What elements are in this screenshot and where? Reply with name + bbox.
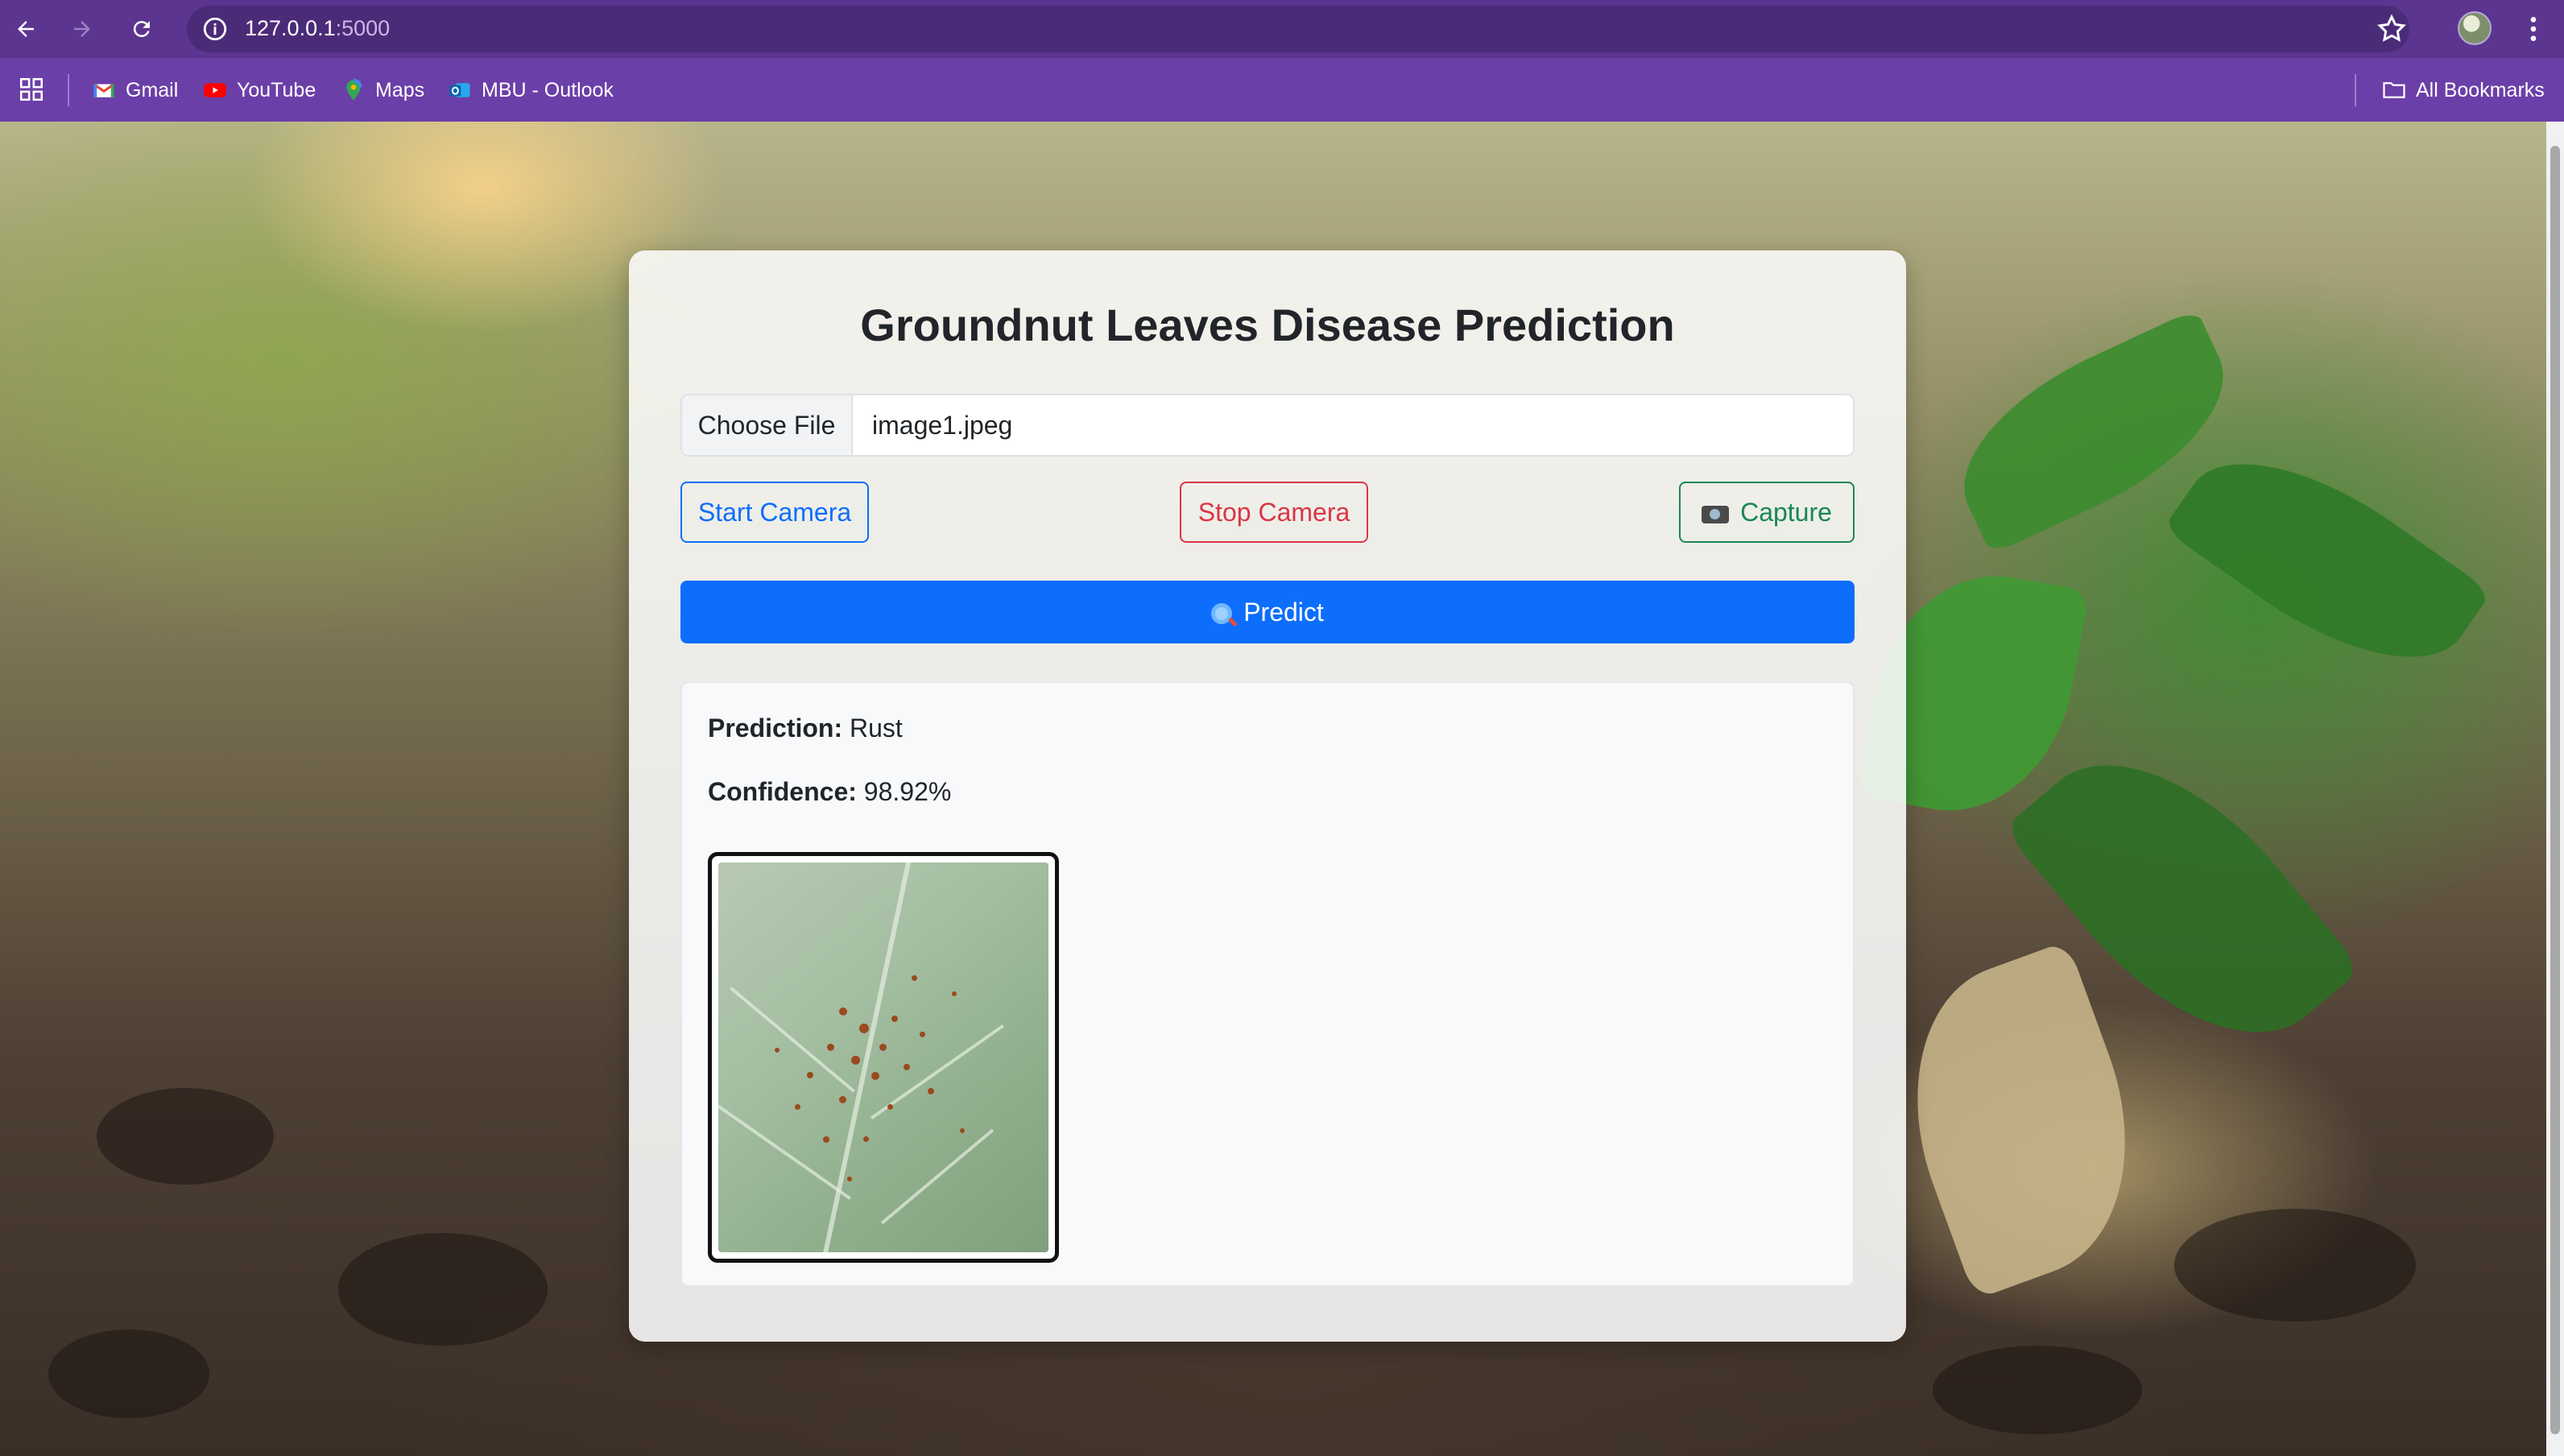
leaf-vein <box>817 862 914 1252</box>
youtube-icon <box>204 83 226 97</box>
rust-spot <box>879 1044 887 1051</box>
site-info-icon[interactable] <box>201 15 229 43</box>
rust-spot <box>775 1048 780 1053</box>
rust-spot <box>827 1044 834 1051</box>
reload-button[interactable] <box>124 11 159 47</box>
stop-camera-button[interactable]: Stop Camera <box>1180 482 1368 543</box>
capture-button[interactable]: Capture <box>1679 482 1855 543</box>
camera-icon <box>1702 506 1730 523</box>
url-port: :5000 <box>335 16 391 40</box>
predict-button[interactable]: Predict <box>680 581 1855 643</box>
soil-clump <box>97 1088 274 1185</box>
soil-clump <box>338 1233 548 1346</box>
leaf-vein <box>730 987 855 1093</box>
background-leaf <box>2162 416 2492 705</box>
maps-icon <box>346 78 362 101</box>
confidence-line: Confidence: 98.92% <box>708 777 951 807</box>
prediction-line: Prediction: Rust <box>708 714 903 743</box>
browser-chrome: 127.0.0.1:5000 Gmail YouTube Maps MBU - … <box>0 0 2564 122</box>
rust-spot <box>960 1128 965 1133</box>
start-camera-button[interactable]: Start Camera <box>680 482 869 543</box>
leaf-image <box>718 862 1048 1252</box>
capture-label: Capture <box>1740 498 1832 527</box>
scrollbar-thumb[interactable] <box>2550 146 2560 1434</box>
selected-file-name: image1.jpeg <box>872 411 1013 440</box>
rust-spot <box>887 1104 893 1110</box>
url-host: 127.0.0.1 <box>245 16 336 40</box>
soil-clump <box>2174 1209 2416 1322</box>
leaf-vein <box>880 1128 995 1225</box>
apps-grid-icon[interactable] <box>18 76 45 103</box>
address-bar[interactable]: 127.0.0.1:5000 <box>187 6 2409 52</box>
back-button[interactable] <box>8 11 43 47</box>
bookmark-youtube[interactable]: YouTube <box>203 76 316 105</box>
reload-icon <box>133 21 150 38</box>
predict-label: Predict <box>1243 598 1324 627</box>
forward-button[interactable] <box>64 11 100 47</box>
kebab-menu-icon[interactable] <box>2517 11 2550 47</box>
rust-spot <box>863 1136 869 1142</box>
prediction-value: Rust <box>850 714 903 742</box>
rust-spot <box>851 1056 860 1065</box>
uploaded-image-preview <box>708 852 1059 1263</box>
rust-spot <box>839 1007 847 1015</box>
url-text: 127.0.0.1:5000 <box>245 16 390 41</box>
bookmarks-separator <box>68 74 69 106</box>
file-input[interactable]: Choose File image1.jpeg <box>680 394 1855 457</box>
rust-spot <box>795 1104 800 1110</box>
rust-spot <box>928 1088 934 1094</box>
folder-icon <box>2383 82 2405 98</box>
gmail-icon <box>93 83 115 97</box>
page-scrollbar[interactable] <box>2546 122 2564 1456</box>
confidence-value: 98.92% <box>863 777 952 806</box>
leaf-vein <box>718 1105 852 1200</box>
soil-clump <box>48 1330 209 1418</box>
rust-spot <box>807 1072 813 1078</box>
prediction-label: Prediction: <box>708 714 843 742</box>
rust-spot <box>952 991 957 996</box>
page-title: Groundnut Leaves Disease Prediction <box>860 300 1675 350</box>
outlook-icon <box>449 83 470 97</box>
all-bookmarks-button[interactable]: All Bookmarks <box>2382 76 2545 105</box>
soil-clump <box>1933 1346 2142 1434</box>
bookmark-star-icon[interactable] <box>2376 13 2408 45</box>
back-arrow-icon <box>18 21 34 37</box>
background-pod <box>1870 940 2173 1301</box>
rust-spot <box>912 975 917 981</box>
all-bookmarks-label: All Bookmarks <box>2416 78 2545 101</box>
result-panel: Prediction: Rust Confidence: 98.92% <box>680 681 1855 1287</box>
profile-avatar[interactable] <box>2458 11 2492 45</box>
bookmark-label: YouTube <box>237 78 316 101</box>
bookmarks-separator <box>2355 74 2356 106</box>
confidence-label: Confidence: <box>708 777 857 806</box>
choose-file-button[interactable]: Choose File <box>682 395 853 455</box>
rust-spot <box>823 1136 829 1143</box>
prediction-card: Groundnut Leaves Disease Prediction Choo… <box>629 250 1906 1342</box>
rust-spot <box>904 1064 910 1070</box>
forward-arrow-icon <box>74 21 90 37</box>
bookmark-label: Maps <box>375 78 425 101</box>
bookmark-label: MBU - Outlook <box>482 78 614 101</box>
bookmark-maps[interactable]: Maps <box>341 76 424 105</box>
rust-spot <box>871 1072 879 1080</box>
bookmarks-bar: Gmail YouTube Maps MBU - Outlook All Boo… <box>0 58 2564 122</box>
bookmark-gmail[interactable]: Gmail <box>92 76 178 105</box>
bookmark-label: Gmail <box>126 78 179 101</box>
browser-toolbar: 127.0.0.1:5000 <box>0 0 2564 58</box>
rust-spot <box>920 1032 925 1037</box>
magnifier-icon <box>1211 603 1233 624</box>
rust-spot <box>859 1024 869 1033</box>
bookmark-outlook[interactable]: MBU - Outlook <box>448 76 614 105</box>
rust-spot <box>839 1096 846 1103</box>
rust-spot <box>891 1015 898 1022</box>
rust-spot <box>847 1177 852 1181</box>
